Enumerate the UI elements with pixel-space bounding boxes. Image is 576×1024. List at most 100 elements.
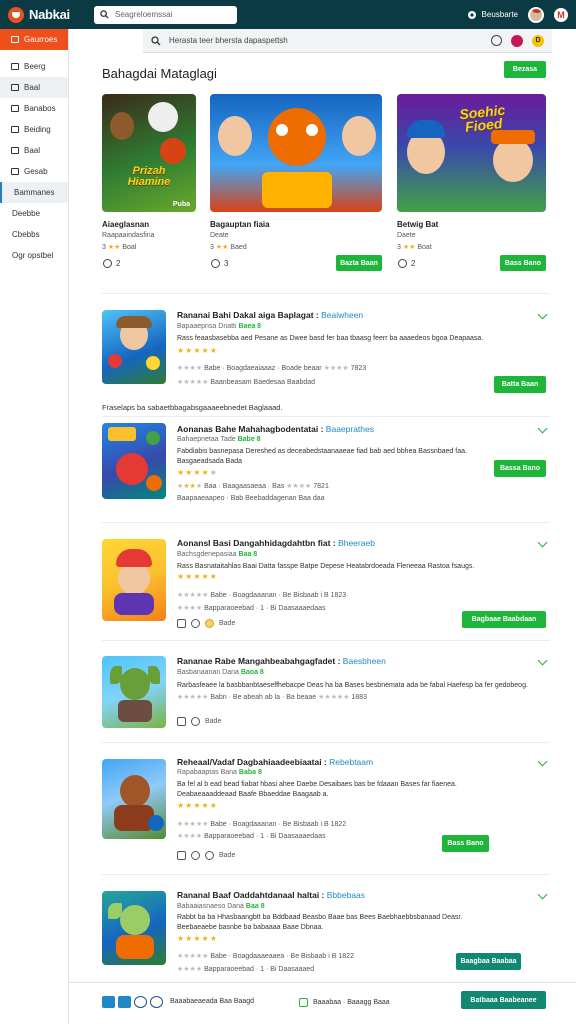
character-ear [110,666,122,684]
character-art [218,116,252,156]
main-search-bar[interactable]: Herasta teer bhersta dapaspettsh D [143,29,552,53]
treasure-art [262,172,332,208]
mail-icon[interactable]: M [554,7,568,22]
app-title[interactable]: Rananal Baaf Oaddahtdanaal haltai : Bbbe… [177,890,365,900]
chevron-down-icon[interactable] [537,423,548,434]
character-ear [148,666,160,684]
user-link[interactable]: Beusbarte [467,10,518,20]
sidebar-item-more-3[interactable]: Ogr opstbel [0,245,68,266]
character-art [120,775,150,807]
app-logo[interactable]: Nabkai [8,6,94,23]
sidebar-item-label: Banabos [24,104,56,113]
featured-play-button[interactable]: Bazta Baan [336,255,382,271]
character-art [120,668,150,700]
store-badge-icon[interactable] [118,996,131,1008]
chevron-down-icon[interactable] [537,655,548,666]
share-icon[interactable] [177,851,186,860]
verified-icon [134,996,147,1008]
sidebar-item-deals[interactable]: Banabos [0,98,68,119]
sidebar-item-label: Gaurroes [24,35,58,44]
featured-clock: 2 [103,259,120,268]
share-icon[interactable] [177,619,186,628]
character-hat [116,549,152,567]
info-icon[interactable] [191,619,200,628]
footer-action-button[interactable]: Batbaaa Baabeanee [461,991,546,1009]
app-description: Rarbasfeaee la basbbanbtaeseffhebacpe De… [177,682,528,689]
sidebar-item-community[interactable]: Beiding [0,119,68,140]
app-description: Fabdiabis basnepasa Dereshed as deceabed… [177,448,467,455]
gift-icon[interactable] [511,34,523,47]
check-icon [299,998,308,1007]
app-title[interactable]: Rananae Rabe Mangahbeabahgagfadet : Baes… [177,656,386,666]
app-sub: Babaaiasnaeso Dana Baa 8 [177,903,265,910]
app-description: Ba fel al b ead bead fiabat hbasi ahee D… [177,781,457,788]
featured-title: Bahagdai Mataglagi [102,66,217,81]
app-title[interactable]: Aonanas Bahe Mahahagbodentatai : Baaepra… [177,424,374,434]
footer-badges [102,996,163,1008]
sidebar-item-saved[interactable]: Gesab [0,161,68,182]
app-rating: ★★★★★ [177,346,218,355]
top-search-input[interactable]: Seagreloemssai [94,5,237,24]
sidebar-item-games[interactable]: Baal [0,77,68,98]
install-button[interactable]: Batta Baan [494,376,546,393]
app-icon[interactable] [102,423,166,499]
search-query: Herasta teer bhersta dapaspettsh [169,36,288,45]
install-button[interactable]: Bagbaae Baabdaan [462,611,546,628]
featured-sub: Daete [397,232,416,239]
ball-art [148,815,164,831]
character-ear [108,903,122,919]
app-icon[interactable] [102,891,166,965]
chevron-down-icon[interactable] [537,309,548,320]
settings-icon [467,10,476,19]
store-badge-icon[interactable] [102,996,115,1008]
character-hat [491,130,535,144]
sidebar-item-home[interactable]: Gaurroes [0,29,68,50]
fruit-art [108,354,122,368]
app-icon[interactable] [102,656,166,728]
chevron-down-icon[interactable] [537,756,548,767]
app-description: Beebaeaebe basnbe ba babaaaa Baae Dbnaa. [177,924,324,931]
history-icon[interactable] [491,35,502,46]
sidebar-item-more-1[interactable]: Deebbe [0,203,68,224]
app-icon[interactable] [102,310,166,384]
app-title[interactable]: Rananai Bahi Dakal aiga Baplagat : Beaiw… [177,310,363,320]
fruit-art [146,356,160,370]
avatar[interactable] [528,6,544,23]
chevron-down-icon[interactable] [537,889,548,900]
install-button[interactable]: Baagbaa Baabaa [456,953,521,970]
divider [102,874,550,875]
share-icon[interactable] [177,717,186,726]
view-all-button[interactable]: Bezasa [504,61,546,78]
install-button[interactable]: Bassa Bano [494,460,546,477]
sidebar-item-more-2[interactable]: Cbebbs [0,224,68,245]
sidebar-item-browse[interactable]: Beerg [0,56,68,77]
featured-art-2[interactable] [210,94,382,212]
sidebar-item-categories[interactable]: Bammanes [0,182,68,203]
coin-icon[interactable]: D [532,34,544,47]
app-title[interactable]: Aonansl Basi Dangahhidagdahtbn fiat : Bh… [177,538,375,548]
sidebar-item-cards[interactable]: Baal [0,140,68,161]
character-art [120,905,150,935]
install-button[interactable]: Bass Bano [442,835,489,852]
info-icon[interactable] [191,717,200,726]
featured-name[interactable]: Bagauptan fiaia [210,220,270,229]
app-footer-line: ★★★★★ Baanbeasam Baedesaa Baabdad [177,379,316,386]
app-icon[interactable] [102,759,166,839]
featured-art-1[interactable]: Prizah Hiamine Puba [102,94,196,212]
app-icon[interactable] [102,539,166,621]
app-footer-line: ★★★★ Bapparaoeebad · 1 · Bi Daasaaaed [177,966,315,973]
featured-name[interactable]: Aiaeglasnan [102,220,149,229]
app-title[interactable]: Reheaal/Vadaf Dagbahiaadeebiaatai : Rebe… [177,757,373,767]
character-eye [306,124,318,136]
sidebar-item-label: Cbebbs [12,230,40,239]
search-icon [100,10,109,19]
info-icon[interactable] [191,851,200,860]
footer-link[interactable]: Baaabaa · Baaagg Baaa [299,998,390,1007]
featured-play-button[interactable]: Bass Bano [500,255,546,271]
character-hat [407,120,445,138]
sidebar-item-label: Baal [24,83,41,92]
featured-art-3[interactable]: Soehic Fioed [397,94,546,212]
chevron-down-icon[interactable] [537,537,548,548]
featured-name[interactable]: Betwig Bat [397,220,438,229]
app-mini-actions: Bade [177,717,221,726]
